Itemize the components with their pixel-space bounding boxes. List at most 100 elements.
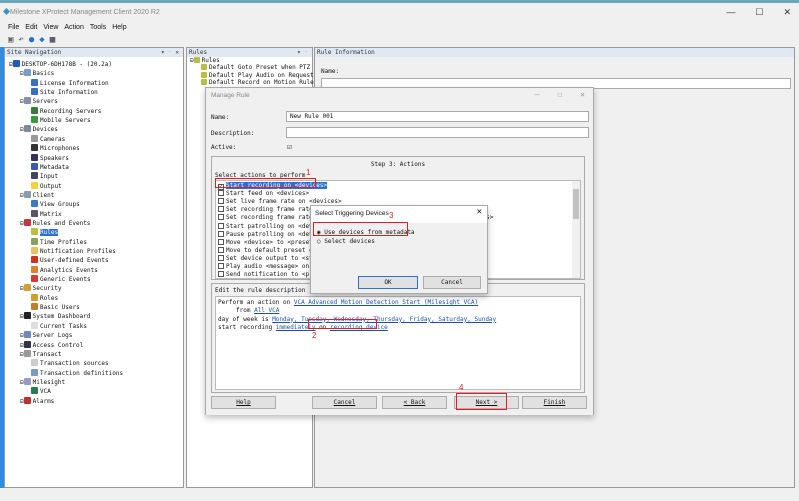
rule-description-text: Perform an action on VCA Advanced Motion… bbox=[215, 296, 581, 390]
menu-action[interactable]: Action bbox=[64, 24, 83, 31]
tree-item[interactable]: ⊟ System Dashboard bbox=[20, 312, 90, 321]
node-icon bbox=[31, 209, 38, 217]
tree-item[interactable]: Microphones bbox=[31, 144, 80, 153]
tree-item[interactable]: ⊟ DESKTOP-6DH178B - (20.2a) bbox=[9, 60, 112, 69]
tree-item[interactable]: License Information bbox=[31, 78, 109, 88]
tree-item[interactable]: ⊟ Client bbox=[20, 190, 54, 200]
action-checkbox[interactable] bbox=[218, 254, 224, 261]
tree-item[interactable]: Metadata bbox=[31, 162, 69, 172]
help-button[interactable]: Help bbox=[211, 396, 276, 409]
cancel-button[interactable]: Cancel bbox=[312, 396, 377, 409]
close-button[interactable]: ✕ bbox=[783, 7, 791, 18]
undo-icon[interactable]: ↶ bbox=[18, 35, 23, 45]
tree-item-label: Time Profiles bbox=[40, 238, 87, 246]
tree-item[interactable]: Output bbox=[31, 181, 62, 191]
tree-item-label: Generic Events bbox=[40, 276, 91, 284]
action-checkbox[interactable] bbox=[218, 206, 224, 213]
actions-scrollbar[interactable] bbox=[572, 181, 580, 278]
tree-item[interactable]: ⊟ Server Logs bbox=[20, 331, 72, 340]
tree-item[interactable]: ⊟ Devices bbox=[20, 125, 58, 134]
close-button[interactable]: ✕ bbox=[580, 90, 585, 99]
node-icon bbox=[31, 172, 38, 180]
rules-root[interactable]: ⊟ Rules bbox=[190, 57, 220, 64]
connect-icon[interactable]: ◆ bbox=[39, 35, 44, 45]
action-checkbox[interactable] bbox=[218, 230, 224, 237]
tree-item[interactable]: Matrix bbox=[31, 209, 62, 219]
rule-item[interactable]: Default Record on Motion Rule bbox=[201, 79, 314, 86]
tree-item[interactable]: Time Profiles bbox=[31, 237, 87, 247]
close-button[interactable]: ✕ bbox=[477, 207, 482, 217]
action-checkbox[interactable] bbox=[218, 190, 224, 197]
tree-item-label: User-defined Events bbox=[40, 257, 109, 265]
maximize-button[interactable]: ☐ bbox=[755, 7, 763, 18]
action-checkbox[interactable] bbox=[218, 238, 224, 245]
description-link[interactable]: VCA Advanced Motion Detection Start (Mil… bbox=[294, 299, 478, 306]
active-checkbox[interactable]: ☑ bbox=[287, 142, 292, 151]
tree-item[interactable]: ⊟ Basics bbox=[20, 69, 54, 78]
minimize-button[interactable]: — bbox=[535, 90, 540, 99]
tree-item[interactable]: Input bbox=[31, 172, 58, 181]
action-checkbox[interactable] bbox=[218, 271, 224, 278]
help-icon[interactable]: ● bbox=[29, 35, 34, 45]
tree-item[interactable]: Speakers bbox=[31, 153, 69, 163]
menu-edit[interactable]: Edit bbox=[25, 24, 37, 31]
menu-help[interactable]: Help bbox=[112, 24, 126, 31]
node-icon bbox=[23, 218, 31, 226]
ok-button[interactable]: OK bbox=[358, 276, 418, 289]
panel-controls[interactable]: ▾ ᛫ ✕ bbox=[161, 48, 179, 57]
tree-item[interactable]: Analytics Events bbox=[31, 265, 98, 275]
name-input[interactable]: New Rule 001 bbox=[286, 111, 589, 122]
tree-item[interactable]: Generic Events bbox=[31, 275, 91, 284]
action-checkbox[interactable] bbox=[218, 198, 224, 205]
tools-icon[interactable]: ▦ bbox=[50, 35, 55, 45]
rule-item[interactable]: Default Goto Preset when PTZ is bbox=[201, 64, 321, 71]
tree-item[interactable]: Site Information bbox=[31, 88, 98, 97]
tree-item[interactable]: Rules bbox=[31, 228, 59, 237]
tree-item[interactable]: Mobile Servers bbox=[31, 116, 91, 125]
action-item[interactable]: Start feed on <devices> bbox=[218, 190, 309, 198]
maximize-button[interactable]: ☐ bbox=[557, 90, 562, 99]
tree-item[interactable]: ⊟ Transact bbox=[20, 349, 62, 359]
minimize-button[interactable]: — bbox=[726, 7, 735, 18]
tree-item[interactable]: ⊟ Rules and Events bbox=[20, 218, 90, 228]
action-checkbox[interactable] bbox=[218, 246, 224, 253]
tree-item[interactable]: View Groups bbox=[31, 200, 80, 209]
tree-item[interactable]: ⊟ Milesight bbox=[20, 377, 65, 387]
radio-select-devices[interactable]: ○ Select devices bbox=[317, 238, 375, 245]
panel-controls[interactable]: ▾ ᛫ bbox=[297, 48, 308, 57]
action-checkbox[interactable] bbox=[218, 222, 224, 229]
tree-item[interactable]: Transaction sources bbox=[31, 359, 109, 368]
tree-item[interactable]: Roles bbox=[31, 293, 58, 303]
node-icon bbox=[31, 359, 38, 367]
tree-item[interactable]: Current Tasks bbox=[31, 321, 87, 331]
save-icon[interactable]: ▣ bbox=[8, 35, 13, 45]
tree-item[interactable]: Recording Servers bbox=[31, 106, 102, 116]
description-input[interactable] bbox=[286, 127, 589, 138]
description-link[interactable]: Monday, Tuesday, Wednesday, Thursday, Fr… bbox=[272, 316, 496, 323]
back-button[interactable]: < Back bbox=[382, 396, 447, 409]
menu-file[interactable]: File bbox=[8, 24, 19, 31]
description-link[interactable]: All VCA bbox=[254, 307, 279, 314]
menu-view[interactable]: View bbox=[43, 24, 58, 31]
tree-item[interactable]: ⊟ Access Control bbox=[20, 340, 83, 350]
menu-tools[interactable]: Tools bbox=[90, 24, 106, 31]
description-line: from All VCA bbox=[236, 307, 280, 315]
tree-item[interactable]: Cameras bbox=[31, 134, 65, 144]
action-checkbox[interactable] bbox=[218, 263, 224, 269]
tree-item[interactable]: Transaction definitions bbox=[31, 368, 123, 378]
tree-item[interactable]: VCA bbox=[31, 387, 51, 396]
rule-item[interactable]: Default Play Audio on Request B bbox=[201, 71, 321, 79]
tree-item[interactable]: User-defined Events bbox=[31, 256, 109, 265]
action-checkbox[interactable] bbox=[218, 214, 224, 221]
annotation-number: 2 bbox=[312, 331, 317, 340]
tree-item[interactable]: Notification Profiles bbox=[31, 247, 116, 256]
panel-title: Site Navigation bbox=[7, 49, 62, 56]
node-icon bbox=[23, 340, 31, 348]
tree-item[interactable]: ⊟ Alarms bbox=[20, 396, 54, 406]
cancel-button[interactable]: Cancel bbox=[423, 276, 481, 289]
tree-item[interactable]: ⊟ Servers bbox=[20, 97, 58, 106]
tree-item-label: Recording Servers bbox=[40, 107, 102, 115]
tree-item[interactable]: ⊟ Security bbox=[20, 284, 62, 293]
finish-button[interactable]: Finish bbox=[522, 396, 587, 409]
tree-item[interactable]: Basic Users bbox=[31, 303, 80, 312]
